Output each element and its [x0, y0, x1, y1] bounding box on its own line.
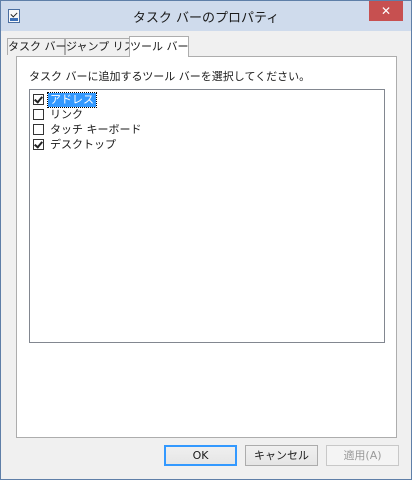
- ok-button[interactable]: OK: [164, 445, 237, 466]
- close-icon: ✕: [380, 4, 392, 18]
- address-checkbox[interactable]: [33, 94, 44, 105]
- list-item-desktop[interactable]: デスクトップ: [33, 138, 333, 153]
- tab-taskbar[interactable]: タスク バー: [7, 38, 67, 55]
- list-item-touch-keyboard[interactable]: タッチ キーボード: [33, 123, 333, 138]
- cancel-button[interactable]: キャンセル: [245, 445, 318, 466]
- toolbar-list[interactable]: アドレス リンク タッチ キーボード デスクトップ: [29, 89, 385, 343]
- desktop-checkbox[interactable]: [33, 139, 44, 150]
- links-checkbox[interactable]: [33, 109, 44, 120]
- list-item-address[interactable]: アドレス: [33, 92, 333, 108]
- list-item-links[interactable]: リンク: [33, 108, 333, 123]
- window-title: タスク バーのプロパティ: [132, 11, 280, 26]
- touch-keyboard-checkbox[interactable]: [33, 124, 44, 135]
- tab-strip: タスク バー ジャンプ リスト ツール バー: [1, 36, 411, 57]
- links-label: リンク: [50, 108, 83, 121]
- desktop-label: デスクトップ: [50, 138, 116, 151]
- touch-keyboard-label: タッチ キーボード: [50, 123, 142, 136]
- taskbar-properties-window: タスク バーのプロパティ ✕ タスク バー ジャンプ リスト ツール バー タス…: [0, 0, 412, 480]
- close-button[interactable]: ✕: [369, 1, 403, 21]
- title-bar[interactable]: タスク バーのプロパティ ✕: [1, 1, 411, 31]
- address-label: アドレス: [47, 92, 97, 108]
- toolbars-tab-panel: タスク バーに追加するツール バーを選択してください。 アドレス リンク タッチ…: [16, 56, 397, 438]
- apply-button[interactable]: 適用(A): [326, 445, 399, 466]
- tab-jump-list[interactable]: ジャンプ リスト: [65, 38, 146, 55]
- instruction-text: タスク バーに追加するツール バーを選択してください。: [29, 70, 311, 83]
- tab-toolbars[interactable]: ツール バー: [129, 36, 189, 57]
